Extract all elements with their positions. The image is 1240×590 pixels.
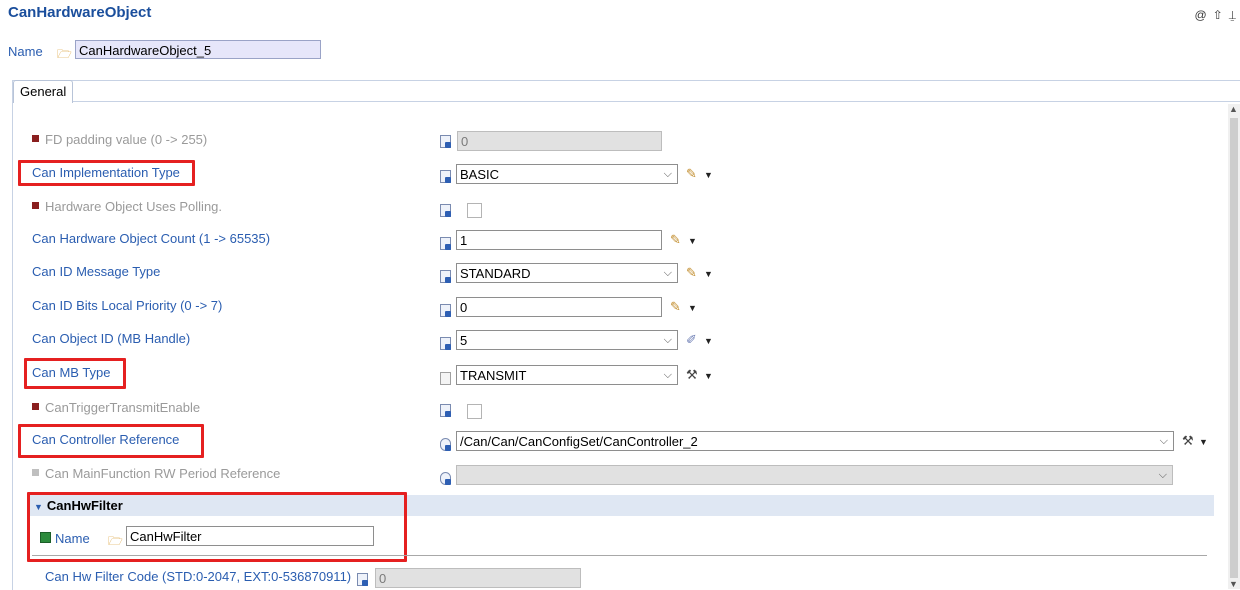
can-hardware-object-count-label: Can Hardware Object Count (1 -> 65535) (32, 231, 271, 246)
tab-divider (13, 101, 1240, 102)
folder-icon: 🗁 (57, 47, 72, 61)
can-id-bits-local-priority-input[interactable]: 0 (456, 297, 662, 317)
trigger-transmit-checkbox[interactable] (467, 404, 482, 419)
param-doc-icon (440, 270, 452, 284)
dropdown-menu-icon[interactable]: ▼ (704, 336, 713, 346)
dropdown-menu-icon[interactable]: ▼ (1199, 437, 1208, 447)
param-doc-icon (440, 337, 452, 351)
name-input[interactable]: CanHardwareObject_5 (75, 40, 321, 59)
hardware-object-polling-label: Hardware Object Uses Polling. (32, 199, 222, 214)
param-doc-icon (440, 237, 452, 251)
scroll-down-icon[interactable]: ▼ (1229, 579, 1238, 589)
scroll-up-icon[interactable]: ▲ (1229, 104, 1238, 114)
can-hw-filter-code-input[interactable]: 0 (375, 568, 581, 588)
can-controller-reference-label: Can Controller Reference (32, 432, 180, 447)
top-right-toolbar: @ ⇧ ⍊ (1195, 8, 1236, 23)
scrollbar-thumb[interactable] (1230, 118, 1238, 578)
dropdown-menu-icon[interactable]: ▼ (704, 371, 713, 381)
can-controller-reference-select[interactable]: /Can/Can/CanConfigSet/CanController_2 ⌵ (456, 431, 1174, 451)
can-id-message-type-label: Can ID Message Type (32, 264, 161, 279)
disabled-marker-icon (32, 135, 39, 142)
tool-icon[interactable]: ⚒ (686, 367, 698, 383)
up-arrow-icon[interactable]: ⇧ (1213, 8, 1223, 23)
chevron-down-icon[interactable]: ⌵ (664, 331, 672, 350)
param-doc-icon (440, 404, 452, 418)
chevron-down-icon[interactable]: ⌵ (1160, 432, 1168, 451)
dropdown-menu-icon[interactable]: ▼ (688, 236, 697, 246)
disabled-marker-icon (32, 403, 39, 410)
editor-title: CanHardwareObject (8, 4, 152, 21)
fd-padding-label: FD padding value (0 -> 255) (32, 132, 207, 147)
section-divider (32, 555, 1207, 556)
param-doc-icon (357, 573, 369, 587)
param-doc-icon (440, 135, 452, 149)
chevron-down-icon[interactable]: ⌵ (664, 366, 672, 385)
disabled-marker-icon (32, 202, 39, 209)
tool-icon[interactable]: ⚒ (1182, 433, 1194, 449)
can-hardware-object-count-input[interactable]: 1 (456, 230, 662, 250)
dropdown-menu-icon[interactable]: ▼ (704, 269, 713, 279)
param-doc-icon (440, 372, 452, 386)
reference-icon (440, 472, 452, 486)
section-name-label: Name (55, 531, 90, 546)
reference-icon (440, 438, 452, 452)
edit-pencil-icon[interactable]: ✎ (686, 265, 697, 281)
container-icon (40, 532, 51, 543)
chevron-down-icon[interactable]: ⌵ (664, 165, 672, 184)
edit-pencil-icon[interactable]: ✎ (670, 232, 681, 248)
can-id-message-type-select[interactable]: STANDARD ⌵ (456, 263, 678, 283)
can-mb-type-label: Can MB Type (32, 365, 111, 380)
edit-pencil-icon[interactable]: ✎ (686, 166, 697, 182)
edit-pencil-icon[interactable]: ✎ (670, 299, 681, 315)
can-mainfunction-rw-period-reference-label: Can MainFunction RW Period Reference (32, 466, 280, 481)
can-mainfunction-rw-period-reference-select[interactable]: ⌵ (456, 465, 1173, 485)
tab-general[interactable]: General (13, 80, 74, 103)
dropdown-menu-icon[interactable]: ▼ (704, 170, 713, 180)
chevron-down-icon[interactable]: ⌵ (664, 264, 672, 283)
chevron-down-icon[interactable]: ⌵ (1159, 466, 1167, 485)
section-name-input[interactable]: CanHwFilter (126, 526, 374, 546)
can-implementation-type-label: Can Implementation Type (32, 165, 180, 180)
folder-icon: 🗁 (108, 534, 123, 548)
param-doc-icon (440, 170, 452, 184)
polling-checkbox[interactable] (467, 203, 482, 218)
param-doc-icon (440, 204, 452, 218)
can-mb-type-select[interactable]: TRANSMIT ⌵ (456, 365, 678, 385)
at-icon[interactable]: @ (1195, 8, 1207, 23)
can-object-id-label: Can Object ID (MB Handle) (32, 331, 191, 346)
vertical-scrollbar[interactable]: ▲ ▼ (1228, 104, 1240, 589)
can-object-id-select[interactable]: 5 ⌵ (456, 330, 678, 350)
fd-padding-input[interactable]: 0 (457, 131, 662, 151)
can-id-bits-local-priority-label: Can ID Bits Local Priority (0 -> 7) (32, 298, 223, 313)
param-doc-icon (440, 304, 452, 318)
can-implementation-type-select[interactable]: BASIC ⌵ (456, 164, 678, 184)
name-label: Name (8, 44, 43, 59)
dropdown-menu-icon[interactable]: ▼ (688, 303, 697, 313)
pin-icon[interactable]: ⍊ (1229, 8, 1236, 23)
edit-derived-icon[interactable]: ✐ (686, 332, 697, 348)
can-hw-filter-code-label: Can Hw Filter Code (STD:0-2047, EXT:0-53… (45, 569, 352, 584)
disabled-marker-icon (32, 469, 39, 476)
can-trigger-transmit-enable-label: CanTriggerTransmitEnable (32, 400, 200, 415)
